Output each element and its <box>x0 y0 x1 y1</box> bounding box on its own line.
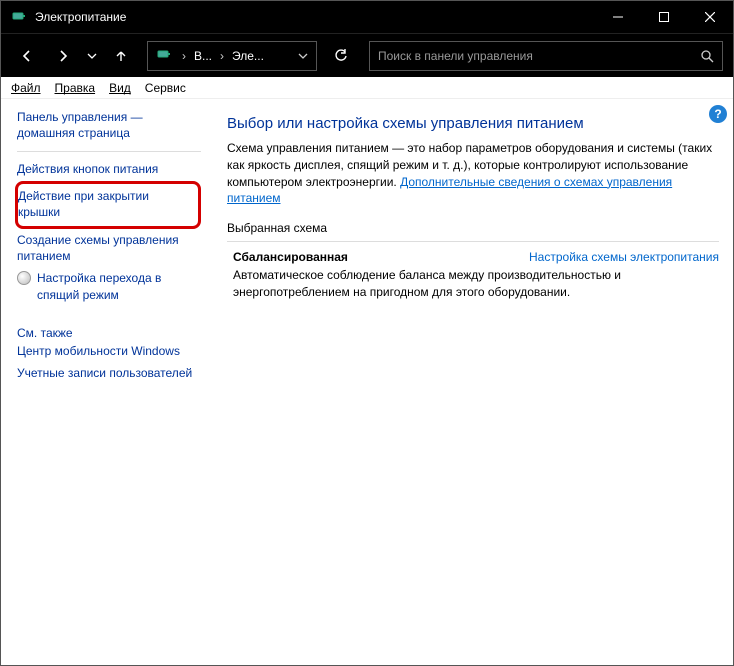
app-icon <box>11 9 27 25</box>
sidebar-home-link[interactable]: Панель управления — домашняя страница <box>17 109 201 141</box>
see-also-section: См. также Центр мобильности Windows Учет… <box>1 316 209 394</box>
minimize-button[interactable] <box>595 1 641 33</box>
scheme-settings-link[interactable]: Настройка схемы электропитания <box>529 250 719 264</box>
back-button[interactable] <box>11 40 43 72</box>
sidebar: Панель управления — домашняя страница Де… <box>1 99 209 316</box>
chevron-right-icon: › <box>216 49 228 63</box>
sidebar-link-lid-action[interactable]: Действие при закрытии крышки <box>15 181 201 229</box>
menu-file[interactable]: Файл <box>11 81 41 95</box>
see-also-user-accounts[interactable]: Учетные записи пользователей <box>17 362 201 384</box>
search-input[interactable] <box>378 49 700 63</box>
menu-bar: Файл Правка Вид Сервис <box>1 77 733 99</box>
search-icon[interactable] <box>700 49 714 63</box>
breadcrumb-icon <box>156 47 174 65</box>
sidebar-link-create-scheme[interactable]: Создание схемы управления питанием <box>17 229 201 267</box>
menu-edit[interactable]: Правка <box>55 81 96 95</box>
breadcrumb-seg-2[interactable]: Эле... <box>228 49 268 63</box>
selected-scheme-header: Выбранная схема <box>227 221 719 235</box>
divider <box>17 151 201 152</box>
navigation-bar: › В... › Эле... <box>1 33 733 77</box>
scheme-description: Автоматическое соблюдение баланса между … <box>233 267 719 301</box>
main-content: ? Выбор или настройка схемы управления п… <box>209 99 733 665</box>
chevron-down-icon[interactable] <box>294 51 312 61</box>
title-bar: Электропитание <box>1 1 733 33</box>
see-also-header: См. также <box>17 326 201 340</box>
maximize-button[interactable] <box>641 1 687 33</box>
window-title: Электропитание <box>35 10 595 24</box>
chevron-right-icon: › <box>178 49 190 63</box>
menu-view[interactable]: Вид <box>109 81 131 95</box>
menu-service[interactable]: Сервис <box>145 81 186 95</box>
recent-dropdown[interactable] <box>83 40 101 72</box>
breadcrumb-seg-1[interactable]: В... <box>190 49 216 63</box>
scheme-name: Сбалансированная <box>233 250 348 264</box>
forward-button[interactable] <box>47 40 79 72</box>
sidebar-link-power-buttons[interactable]: Действия кнопок питания <box>17 158 201 180</box>
divider <box>227 241 719 242</box>
breadcrumb[interactable]: › В... › Эле... <box>147 41 317 71</box>
shield-icon <box>17 271 31 285</box>
refresh-button[interactable] <box>325 40 357 72</box>
page-description: Схема управления питанием — это набор па… <box>227 140 719 207</box>
sidebar-item-label: Настройка перехода в спящий режим <box>37 270 201 302</box>
sidebar-link-sleep-settings[interactable]: Настройка перехода в спящий режим <box>17 267 201 305</box>
search-box[interactable] <box>369 41 723 71</box>
up-button[interactable] <box>105 40 137 72</box>
help-icon[interactable]: ? <box>709 105 727 123</box>
close-button[interactable] <box>687 1 733 33</box>
page-heading: Выбор или настройка схемы управления пит… <box>227 115 719 132</box>
see-also-mobility-center[interactable]: Центр мобильности Windows <box>17 340 201 362</box>
